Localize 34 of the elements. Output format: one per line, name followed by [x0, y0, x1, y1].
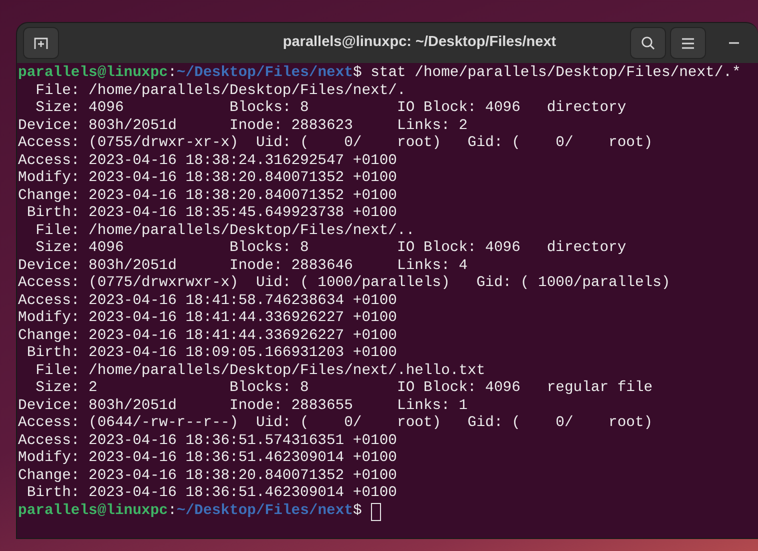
- menu-icon: [682, 38, 694, 48]
- output-line: Birth: 2023-04-16 18:35:45.649923738 +0100: [26, 205, 397, 222]
- output-line: Access: 2023-04-16 18:38:24.316292547 +0100: [18, 152, 397, 170]
- output-line: Birth: 2023-04-16 18:09:05.166931203 +0100: [26, 345, 397, 362]
- new-tab-button[interactable]: [23, 27, 59, 59]
- output-line: Modify: 2023-04-16 18:36:51.462309014 +0100: [18, 450, 397, 468]
- prompt-line: parallels@linuxpc:~/Desktop/Files/next$: [18, 502, 362, 520]
- output-line: Access: (0775/drwxrwxr-x) Uid: ( 1000/parallels) Gid: ( 1000/parallels): [18, 275, 670, 292]
- output-line: Access: (0755/drwxr-xr-x) Uid: ( 0/ root) Gid: ( 0/ root): [18, 135, 653, 152]
- output-line: Change: 2023-04-16 18:38:20.840071352 +0100: [18, 468, 397, 485]
- output-line: Modify: 2023-04-16 18:41:44.336926227 +0100: [18, 310, 397, 328]
- output-line: Size: 2 Blocks: 8 IO Block: 4096 regular file: [34, 380, 653, 398]
- output-line: Change: 2023-04-16 18:41:44.336926227 +0100: [18, 328, 397, 345]
- search-button[interactable]: [630, 27, 666, 59]
- output-line: Birth: 2023-04-16 18:36:51.462309014 +0100: [26, 485, 397, 502]
- output-line: Device: 803h/2051d Inode: 2883646 Links: 4: [18, 258, 468, 275]
- output-line: Device: 803h/2051d Inode: 2883623 Links: 2: [18, 118, 468, 135]
- output-line: Access: (0644/-rw-r--r--) Uid: ( 0/ root) Gid: ( 0/ root): [18, 415, 653, 432]
- output-line: Device: 803h/2051d Inode: 2883655 Links: 1: [18, 398, 468, 415]
- output-line: Size: 4096 Blocks: 8 IO Block: 4096 directory: [34, 240, 626, 258]
- window-title: parallels@linuxpc: ~/Desktop/Files/next: [282, 33, 558, 52]
- output-line: Size: 4096 Blocks: 8 IO Block: 4096 directory: [34, 100, 626, 118]
- output-line: File: /home/parallels/Desktop/Files/next/..: [34, 222, 415, 240]
- output-line: Change: 2023-04-16 18:38:20.840071352 +0100: [18, 188, 397, 205]
- prompt-line: parallels@linuxpc:~/Desktop/Files/next$ stat /home/parallels/Desktop/Files/next/.*: [18, 65, 741, 82]
- output-line: Modify: 2023-04-16 18:38:20.840071352 +0100: [18, 170, 397, 188]
- output-line: Access: 2023-04-16 18:41:58.746238634 +0100: [18, 292, 397, 310]
- output-line: File: /home/parallels/Desktop/Files/next/.hello.txt: [34, 362, 486, 380]
- output-line: Access: 2023-04-16 18:36:51.574316351 +0100: [18, 432, 397, 450]
- minimize-icon: [729, 42, 739, 44]
- search-icon: [641, 36, 655, 50]
- output-line: File: /home/parallels/Desktop/Files/next/.: [34, 82, 406, 100]
- new-tab-icon: [34, 36, 48, 50]
- menu-button[interactable]: [670, 27, 706, 59]
